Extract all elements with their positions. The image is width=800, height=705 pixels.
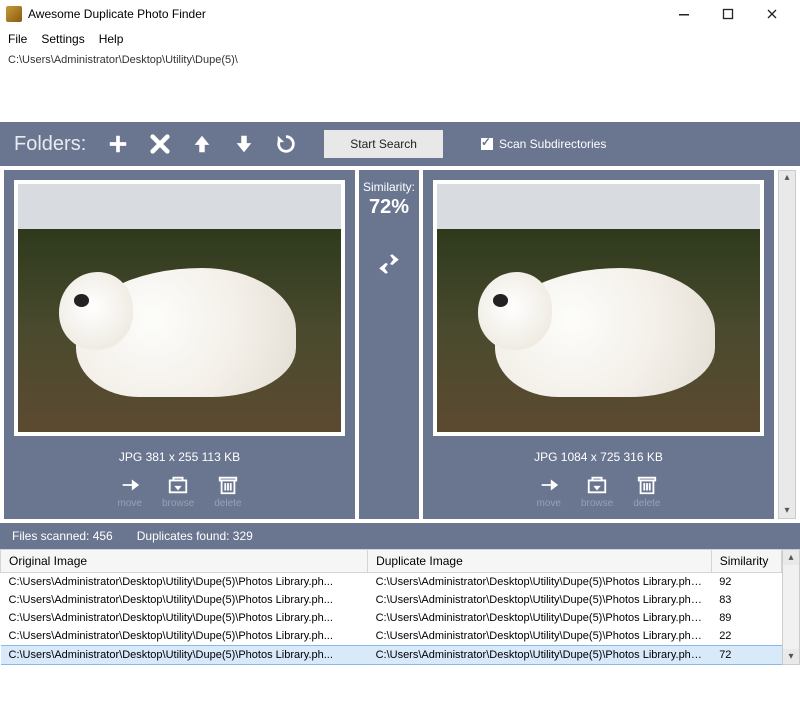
add-folder-icon[interactable] bbox=[104, 130, 132, 158]
scroll-up-icon[interactable]: ▴ bbox=[788, 550, 793, 565]
browse-duplicate-button[interactable]: browse bbox=[581, 474, 613, 509]
results-wrap: Original Image Duplicate Image Similarit… bbox=[0, 549, 800, 665]
close-button[interactable] bbox=[750, 0, 794, 28]
scan-subdirectories-checkbox[interactable]: Scan Subdirectories bbox=[481, 137, 606, 151]
files-scanned-label: Files scanned: 456 bbox=[12, 529, 113, 543]
move-up-icon[interactable] bbox=[188, 130, 216, 158]
duplicate-thumbnail[interactable] bbox=[433, 180, 764, 436]
maximize-button[interactable] bbox=[706, 0, 750, 28]
comparison-pane: JPG 381 x 255 113 KB move browse delete … bbox=[0, 166, 800, 523]
original-image-meta: JPG 381 x 255 113 KB bbox=[119, 450, 240, 464]
scroll-down-icon[interactable]: ▾ bbox=[788, 649, 793, 664]
scroll-down-icon[interactable]: ▾ bbox=[784, 506, 789, 516]
cell-dup: C:\Users\Administrator\Desktop\Utility\D… bbox=[368, 573, 712, 592]
status-bar: Files scanned: 456 Duplicates found: 329 bbox=[0, 523, 800, 549]
titlebar: Awesome Duplicate Photo Finder bbox=[0, 0, 800, 28]
scroll-up-icon[interactable]: ▴ bbox=[784, 173, 789, 183]
table-row[interactable]: C:\Users\Administrator\Desktop\Utility\D… bbox=[1, 609, 782, 627]
cell-orig: C:\Users\Administrator\Desktop\Utility\D… bbox=[1, 609, 368, 627]
refresh-icon[interactable] bbox=[272, 130, 300, 158]
similarity-value: 72% bbox=[369, 196, 409, 219]
checkbox-checked-icon bbox=[481, 138, 493, 150]
minimize-button[interactable] bbox=[662, 0, 706, 28]
table-row[interactable]: C:\Users\Administrator\Desktop\Utility\D… bbox=[1, 591, 782, 609]
menu-settings[interactable]: Settings bbox=[41, 32, 84, 46]
cell-dup: C:\Users\Administrator\Desktop\Utility\D… bbox=[368, 646, 712, 665]
cell-orig: C:\Users\Administrator\Desktop\Utility\D… bbox=[1, 573, 368, 592]
cell-sim: 22 bbox=[711, 627, 781, 646]
cell-sim: 92 bbox=[711, 573, 781, 592]
cell-orig: C:\Users\Administrator\Desktop\Utility\D… bbox=[1, 627, 368, 646]
delete-duplicate-button[interactable]: delete bbox=[633, 474, 660, 509]
scan-subdirectories-label: Scan Subdirectories bbox=[499, 137, 606, 151]
start-search-button[interactable]: Start Search bbox=[324, 130, 443, 158]
original-thumbnail[interactable] bbox=[14, 180, 345, 436]
table-row[interactable]: C:\Users\Administrator\Desktop\Utility\D… bbox=[1, 573, 782, 592]
menu-file[interactable]: File bbox=[8, 32, 27, 46]
col-header-similarity[interactable]: Similarity bbox=[711, 550, 781, 573]
move-original-button[interactable]: move bbox=[118, 474, 142, 509]
similarity-panel: Similarity: 72% bbox=[359, 170, 419, 519]
cell-dup: C:\Users\Administrator\Desktop\Utility\D… bbox=[368, 627, 712, 646]
app-icon bbox=[6, 6, 22, 22]
window-title: Awesome Duplicate Photo Finder bbox=[28, 7, 206, 21]
original-image-panel: JPG 381 x 255 113 KB move browse delete bbox=[4, 170, 355, 519]
folders-label: Folders: bbox=[14, 133, 86, 156]
table-header-row: Original Image Duplicate Image Similarit… bbox=[1, 550, 782, 573]
menubar: File Settings Help bbox=[0, 28, 800, 50]
col-header-original[interactable]: Original Image bbox=[1, 550, 368, 573]
preview-scrollbar[interactable]: ▴ ▾ bbox=[778, 170, 796, 519]
swap-icon[interactable] bbox=[376, 219, 402, 280]
duplicates-found-label: Duplicates found: 329 bbox=[137, 529, 253, 543]
similarity-label: Similarity: bbox=[363, 180, 415, 194]
folders-toolbar: Folders: Start Search Scan Subdirectorie… bbox=[0, 122, 800, 166]
menu-help[interactable]: Help bbox=[99, 32, 124, 46]
cell-sim: 83 bbox=[711, 591, 781, 609]
cell-sim: 72 bbox=[711, 646, 781, 665]
delete-original-button[interactable]: delete bbox=[214, 474, 241, 509]
cell-dup: C:\Users\Administrator\Desktop\Utility\D… bbox=[368, 591, 712, 609]
move-down-icon[interactable] bbox=[230, 130, 258, 158]
results-table: Original Image Duplicate Image Similarit… bbox=[0, 549, 782, 665]
remove-folder-icon[interactable] bbox=[146, 130, 174, 158]
table-row[interactable]: C:\Users\Administrator\Desktop\Utility\D… bbox=[1, 646, 782, 665]
move-duplicate-button[interactable]: move bbox=[537, 474, 561, 509]
cell-orig: C:\Users\Administrator\Desktop\Utility\D… bbox=[1, 646, 368, 665]
table-row[interactable]: C:\Users\Administrator\Desktop\Utility\D… bbox=[1, 627, 782, 646]
browse-original-button[interactable]: browse bbox=[162, 474, 194, 509]
table-scrollbar[interactable]: ▴ ▾ bbox=[782, 549, 800, 665]
duplicate-image-panel: JPG 1084 x 725 316 KB move browse delete bbox=[423, 170, 774, 519]
folder-path: C:\Users\Administrator\Desktop\Utility\D… bbox=[0, 50, 800, 72]
cell-orig: C:\Users\Administrator\Desktop\Utility\D… bbox=[1, 591, 368, 609]
col-header-duplicate[interactable]: Duplicate Image bbox=[368, 550, 712, 573]
duplicate-image-meta: JPG 1084 x 725 316 KB bbox=[534, 450, 663, 464]
cell-dup: C:\Users\Administrator\Desktop\Utility\D… bbox=[368, 609, 712, 627]
cell-sim: 89 bbox=[711, 609, 781, 627]
